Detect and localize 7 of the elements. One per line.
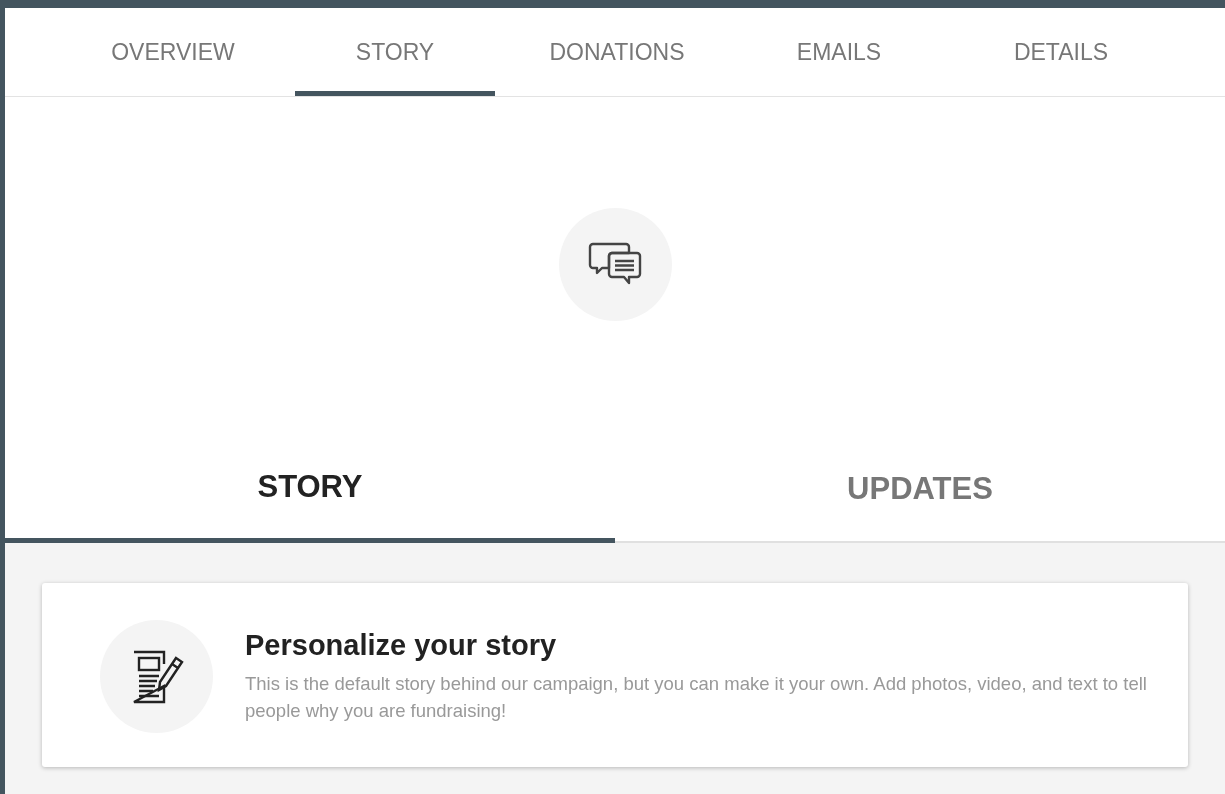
nav-tab[interactable]: DONATIONS (517, 8, 717, 96)
card-title: Personalize your story (245, 628, 558, 664)
nav-tab[interactable]: OVERVIEW (73, 8, 273, 96)
nav-tab[interactable]: STORY (295, 8, 495, 96)
nav-tab[interactable]: DETAILS (961, 8, 1161, 96)
nav-tab[interactable]: EMAILS (739, 8, 939, 96)
card-description: This is the default story behind our campaign, but you can make it your own. Add photos, video, and text to tell people why you are fundraising! (245, 672, 1148, 723)
